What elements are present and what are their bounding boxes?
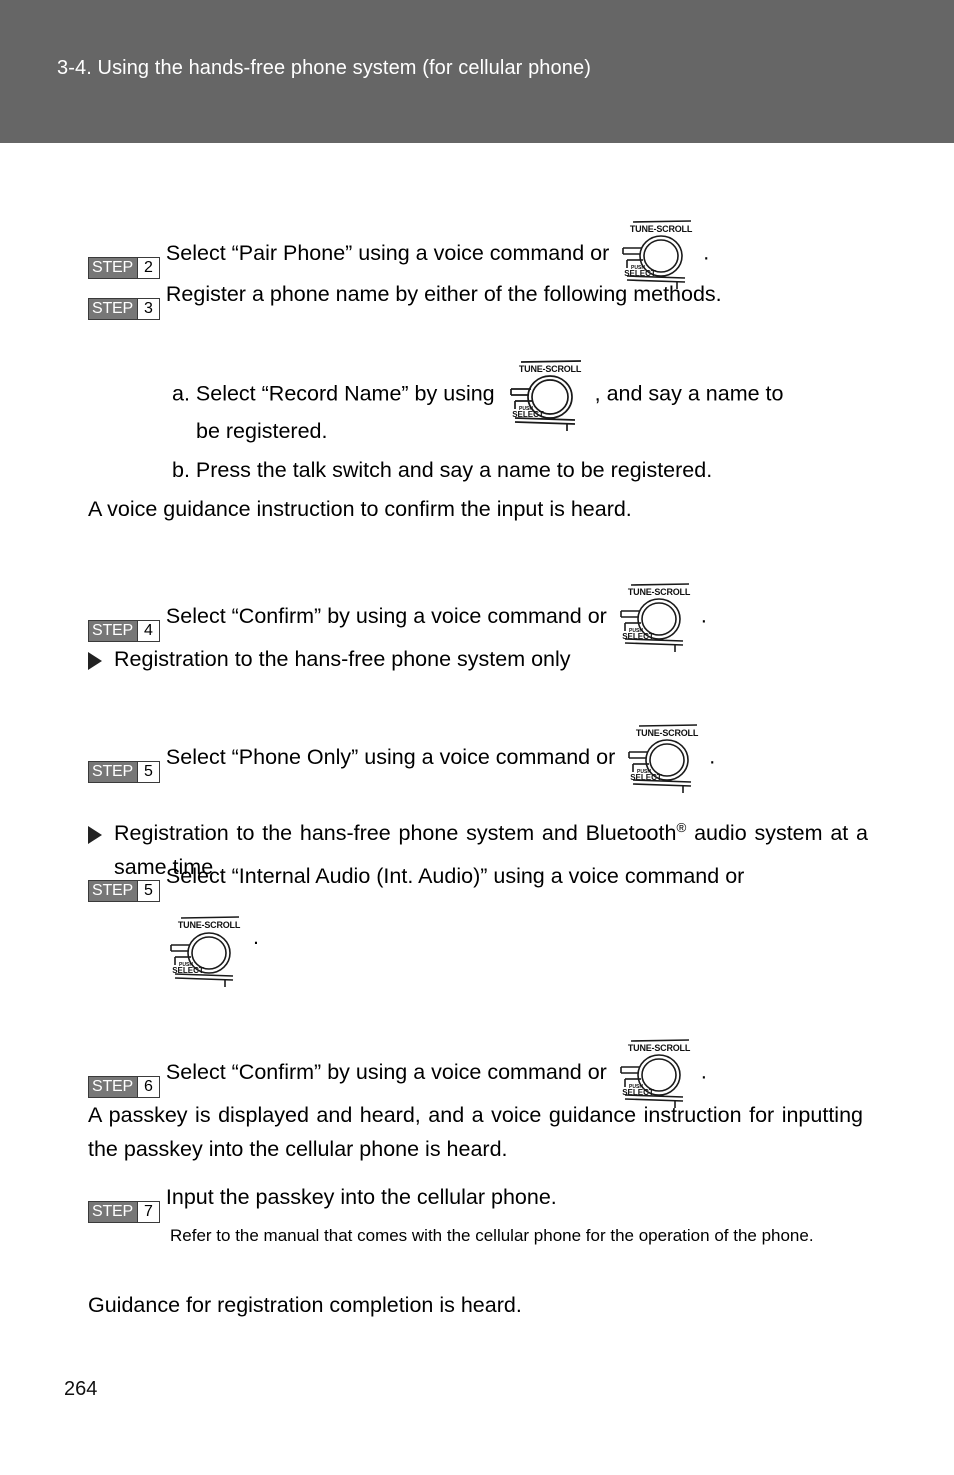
step-4-badge-number: 4 [137,620,159,641]
svg-text:TUNE-SCROLL: TUNE-SCROLL [636,728,699,738]
registered-trademark-mark: ® [676,819,687,835]
tune-scroll-knob-icon: TUNE-SCROLL PUSH SELECT [503,358,589,432]
svg-text:SELECT: SELECT [512,410,544,419]
svg-text:SELECT: SELECT [622,632,654,641]
step-7-badge-number: 7 [137,1202,159,1222]
tune-scroll-knob-icon: TUNE-SCROLL PUSH SELECT [163,908,247,988]
step-4-badge-word: STEP [89,620,137,641]
bullet-1-text: Registration to the hans-free phone syst… [114,647,571,671]
step-7-row: STEP 7Input the passkey into the cellular… [88,1182,557,1225]
svg-text:TUNE-SCROLL: TUNE-SCROLL [628,1043,691,1053]
step-3-row: STEP 3Register a phone name by either of … [88,279,722,322]
step-6-badge-number: 6 [137,1076,159,1097]
tune-scroll-knob-icon: TUNE-SCROLL PUSH SELECT [621,722,705,794]
step-4-trailing: . [700,603,707,628]
step-4-badge: STEP 4 [88,619,160,642]
triangle-right-icon [88,652,102,670]
svg-text:SELECT: SELECT [624,269,656,278]
step-5a-row: STEP 5Select “Phone Only” using a voice c… [88,722,715,794]
step-6-badge: STEP 6 [88,1075,160,1098]
step-7-badge-word: STEP [89,1202,137,1222]
page-header-bar: 3-4. Using the hands-free phone system (… [0,0,954,143]
step-4-text: Select “Confirm” by using a voice comman… [165,603,607,628]
page-header-title: 3-4. Using the hands-free phone system (… [57,57,591,79]
step-6-badge-word: STEP [89,1076,137,1097]
svg-text:TUNE-SCROLL: TUNE-SCROLL [178,920,241,930]
step-3-badge-number: 3 [137,299,159,319]
svg-text:TUNE-SCROLL: TUNE-SCROLL [518,364,581,374]
step-7-text: Input the passkey into the cellular phon… [165,1185,557,1209]
triangle-right-icon [88,826,102,844]
step-5a-text: Select “Phone Only” using a voice comman… [165,744,616,769]
step-5a-badge: STEP 5 [88,760,160,783]
step-3a-line2: be registered. [196,419,328,443]
step-5b-text: Select “Internal Audio (Int. Audio)” usi… [165,864,745,888]
step-3-badge-word: STEP [89,299,137,319]
step-5a-trailing: . [709,744,716,769]
step-5a-badge-word: STEP [89,761,137,782]
step-7-badge: STEP 7 [88,1201,160,1223]
svg-text:TUNE-SCROLL: TUNE-SCROLL [630,224,693,234]
step-3a-text: a. Select “Record Name” by using [172,381,495,406]
step-5b-badge: STEP 5 [88,880,160,902]
step-5b-row: STEP 5Select “Internal Audio (Int. Audio)… [88,861,744,904]
step-3b-row: b. Press the talk switch and say a name … [172,458,713,482]
step-5a-badge-number: 5 [137,761,159,782]
bullet-2-part1: Registration to the hans-free phone syst… [114,821,677,845]
closing-text: Guidance for registration completion is … [88,1293,522,1317]
step-5b-trailing-period: . [253,925,259,950]
step-2-badge-number: 2 [137,257,159,278]
step-5b-knob-row: TUNE-SCROLL PUSH SELECT . [163,908,259,988]
step-3a-trailing: , and say a name to [594,381,784,406]
bullet-registration-phone-only: Registration to the hans-free phone syst… [88,642,868,676]
step-6-text: Select “Confirm” by using a voice comman… [165,1059,607,1084]
svg-text:SELECT: SELECT [622,1088,654,1097]
svg-text:TUNE-SCROLL: TUNE-SCROLL [628,587,691,597]
step-6-trailing: . [700,1059,707,1084]
step-2-text: Select “Pair Phone” using a voice comman… [165,240,610,265]
step-3-badge: STEP 3 [88,298,160,320]
step-2-trailing: . [703,240,710,265]
step-7-note: Refer to the manual that comes with the … [170,1226,814,1245]
svg-text:SELECT: SELECT [630,773,662,782]
step-2-badge: STEP 2 [88,256,160,279]
page-number: 264 [64,1378,98,1400]
step-5b-badge-number: 5 [137,881,159,901]
svg-text:SELECT: SELECT [172,966,204,975]
after-step-3-text: A voice guidance instruction to confirm … [88,497,632,521]
step-5b-badge-word: STEP [89,881,137,901]
after-step-6-paragraph: A passkey is displayed and heard, and a … [88,1103,863,1161]
step-3-text: Register a phone name by either of the f… [165,282,722,306]
manual-page: 3-4. Using the hands-free phone system (… [0,0,954,1475]
step-2-badge-word: STEP [89,257,137,278]
